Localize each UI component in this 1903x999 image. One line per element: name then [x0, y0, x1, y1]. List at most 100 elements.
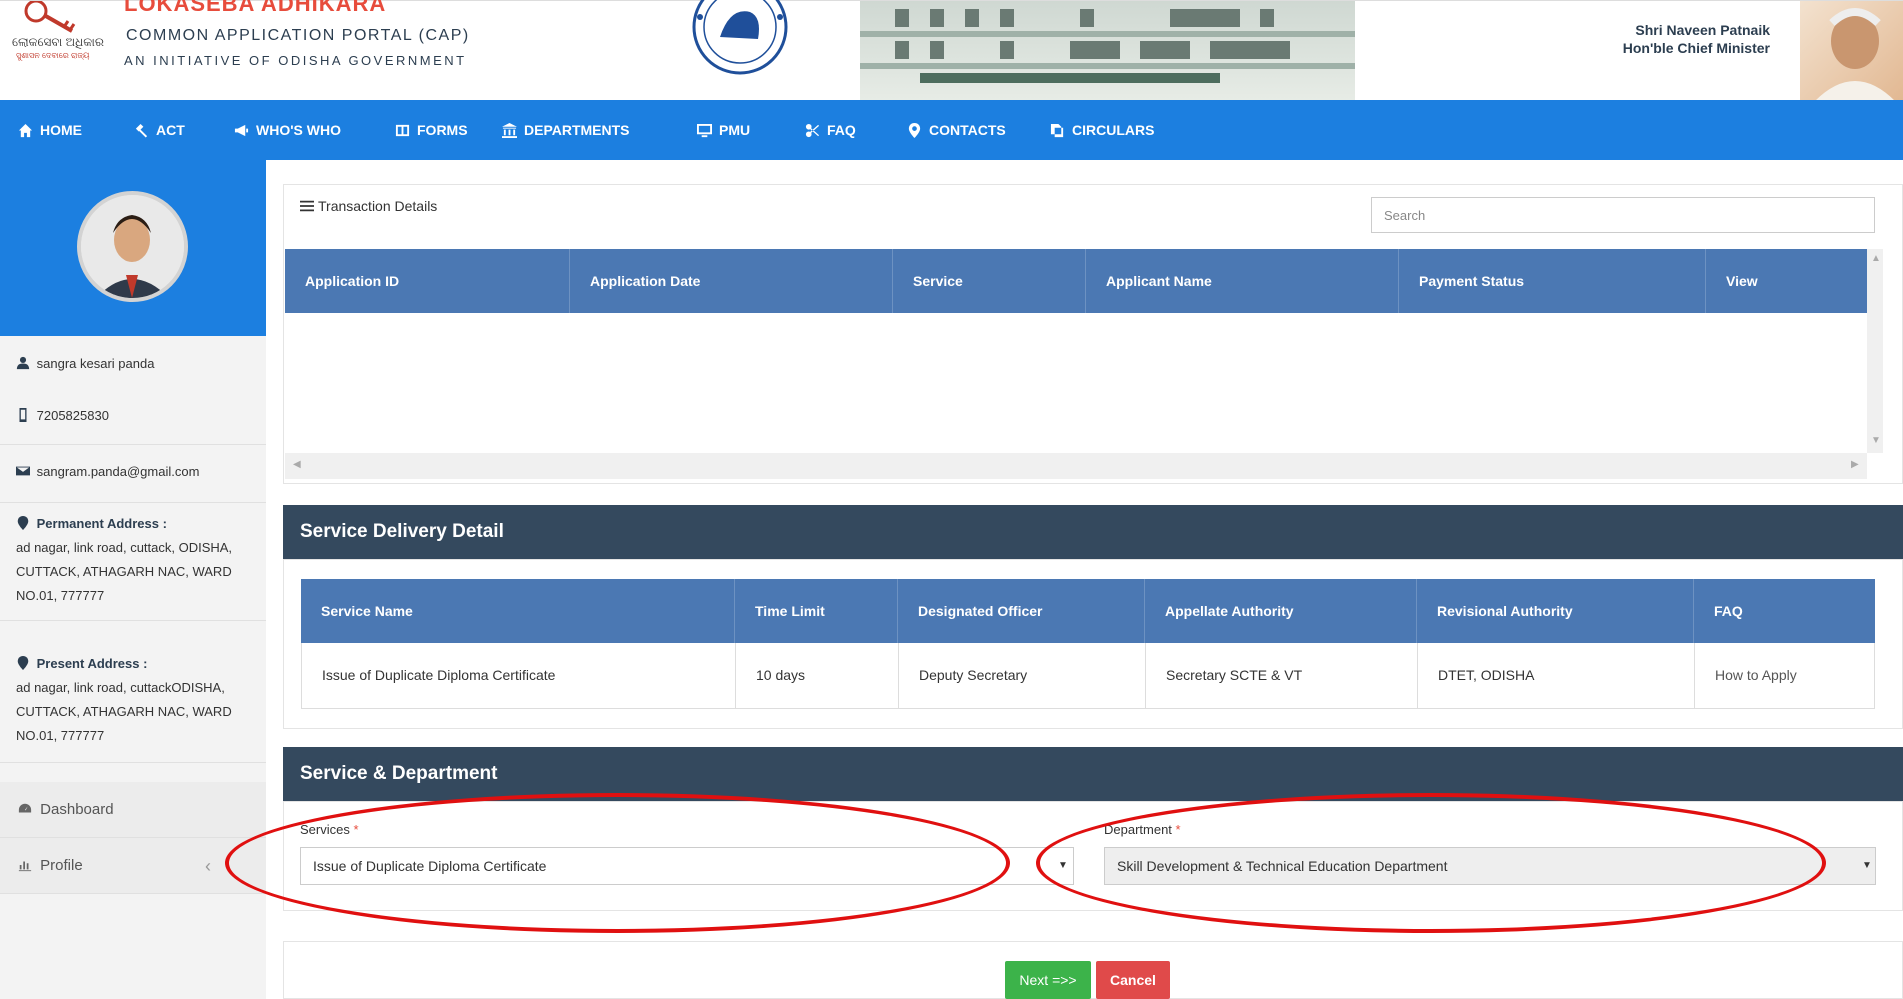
- transaction-title: Transaction Details: [300, 198, 437, 214]
- nav-pmu-label: PMU: [719, 122, 751, 138]
- nav-contacts[interactable]: CONTACTS: [907, 100, 1006, 160]
- nav-circulars[interactable]: CIRCULARS: [1050, 100, 1154, 160]
- home-icon: [18, 123, 33, 137]
- cell-designated-officer: Deputy Secretary: [899, 643, 1146, 708]
- map-marker-icon: [17, 516, 29, 530]
- tachometer-icon: [18, 803, 32, 813]
- logo-odia-text: ଲୋକସେବା ଅଧିକାର: [12, 35, 104, 49]
- brand-title: COMMON APPLICATION PORTAL (CAP): [126, 27, 470, 44]
- col-applicant-name[interactable]: Applicant Name: [1086, 249, 1399, 313]
- nav-forms[interactable]: FORMS: [395, 100, 468, 160]
- present-address-block: Present Address : ad nagar, link road, c…: [0, 652, 266, 763]
- cell-revisional-authority: DTET, ODISHA: [1418, 643, 1695, 708]
- scroll-left-arrow-icon[interactable]: ◀: [293, 459, 301, 470]
- nav-home[interactable]: HOME: [18, 100, 82, 160]
- department-label-text: Department: [1104, 822, 1172, 837]
- profile-email: sangram.panda@gmail.com: [36, 464, 200, 479]
- cell-service-name: Issue of Duplicate Diploma Certificate: [302, 643, 736, 708]
- search-input[interactable]: [1371, 197, 1875, 233]
- col-application-date[interactable]: Application Date: [570, 249, 893, 313]
- present-address-label: Present Address :: [36, 656, 148, 671]
- nav-act-label: ACT: [156, 122, 185, 138]
- services-label-text: Services: [300, 822, 350, 837]
- vertical-scrollbar[interactable]: ▲ ▼: [1867, 249, 1883, 453]
- table-row: Issue of Duplicate Diploma Certificate 1…: [301, 643, 1875, 709]
- sidebar: sangra kesari panda 7205825830 sangram.p…: [0, 336, 266, 999]
- megaphone-icon: [234, 124, 249, 136]
- permanent-address-label: Permanent Address :: [36, 516, 167, 531]
- profile-banner: [0, 160, 266, 336]
- scissors-icon: [805, 123, 820, 137]
- col-payment-status[interactable]: Payment Status: [1399, 249, 1706, 313]
- mobile-icon: [19, 408, 27, 422]
- main-navigation: HOME ACT WHO'S WHO FORMS DEPARTMENTS PMU…: [0, 100, 1903, 160]
- scroll-down-arrow-icon[interactable]: ▼: [1871, 435, 1881, 446]
- chief-minister-title: Hon'ble Chief Minister: [1622, 40, 1770, 56]
- chief-minister-caption: Shri Naveen Patnaik Hon'ble Chief Minist…: [1600, 21, 1770, 57]
- how-to-apply-link[interactable]: How to Apply: [1695, 643, 1874, 708]
- secretariat-building-image: [860, 1, 1355, 101]
- user-photo-icon: [81, 195, 184, 298]
- actions-panel: [283, 941, 1903, 999]
- odisha-seal-icon: [692, 0, 788, 75]
- brand-top-title: LOKASEBA ADHIKARA: [124, 0, 386, 11]
- sidebar-item-dashboard[interactable]: Dashboard: [0, 782, 266, 838]
- department-select[interactable]: Skill Development & Technical Education …: [1104, 847, 1876, 885]
- nav-circulars-label: CIRCULARS: [1072, 122, 1155, 138]
- col-appellate-authority: Appellate Authority: [1145, 579, 1417, 643]
- map-marker-icon: [908, 122, 921, 138]
- sidebar-collapse-toggle[interactable]: ‹: [205, 838, 211, 894]
- nav-faq[interactable]: FAQ: [805, 100, 856, 160]
- col-designated-officer: Designated Officer: [898, 579, 1145, 643]
- cell-appellate-authority: Secretary SCTE & VT: [1146, 643, 1418, 708]
- chief-minister-name: Shri Naveen Patnaik: [1635, 22, 1770, 38]
- cancel-button[interactable]: Cancel: [1096, 961, 1170, 999]
- sidebar-item-profile[interactable]: Profile ‹: [0, 838, 266, 894]
- services-label: Services *: [300, 822, 359, 837]
- envelope-icon: [16, 466, 30, 476]
- nav-whos-who-label: WHO'S WHO: [256, 122, 341, 138]
- nav-faq-label: FAQ: [827, 122, 856, 138]
- map-marker-icon: [17, 656, 29, 670]
- profile-name: sangra kesari panda: [36, 356, 155, 371]
- list-icon: [300, 200, 314, 212]
- nav-departments[interactable]: DEPARTMENTS: [502, 100, 630, 160]
- bar-chart-icon: [18, 861, 32, 872]
- copy-icon: [1050, 123, 1064, 137]
- col-time-limit: Time Limit: [735, 579, 898, 643]
- service-delivery-table-header: Service Name Time Limit Designated Offic…: [301, 579, 1875, 643]
- nav-contacts-label: CONTACTS: [929, 122, 1006, 138]
- sidebar-item-profile-label: Profile: [40, 857, 83, 874]
- nav-departments-label: DEPARTMENTS: [524, 122, 630, 138]
- transaction-table-header: Application ID Application Date Service …: [285, 249, 1867, 313]
- services-required-mark: *: [353, 822, 359, 837]
- col-faq: FAQ: [1714, 603, 1743, 619]
- chevron-down-icon: ▼: [1058, 860, 1068, 871]
- services-select[interactable]: Issue of Duplicate Diploma Certificate ▼: [300, 847, 1074, 885]
- logo-odia-subtext: ସୁଶାସନ ଦେବାରେ ରାଜ୍ୟ: [16, 51, 90, 60]
- service-delivery-heading: Service Delivery Detail: [283, 505, 1903, 559]
- scroll-right-arrow-icon[interactable]: ▶: [1851, 459, 1859, 470]
- scroll-up-arrow-icon[interactable]: ▲: [1871, 253, 1881, 264]
- nav-home-label: HOME: [40, 122, 82, 138]
- col-application-id[interactable]: Application ID: [285, 249, 570, 313]
- chief-minister-photo: [1800, 1, 1903, 101]
- horizontal-scrollbar[interactable]: ◀ ▶: [285, 453, 1867, 479]
- nav-pmu[interactable]: PMU: [697, 100, 750, 160]
- col-service[interactable]: Service: [893, 249, 1086, 313]
- col-view[interactable]: View: [1706, 249, 1867, 313]
- next-button[interactable]: Next =>>: [1005, 961, 1091, 999]
- department-select-value: Skill Development & Technical Education …: [1117, 858, 1448, 874]
- brand-subtitle: AN INITIATIVE OF ODISHA GOVERNMENT: [124, 53, 467, 68]
- transaction-title-text: Transaction Details: [318, 198, 438, 214]
- chief-minister-portrait-icon: [1815, 8, 1895, 101]
- profile-phone-row: 7205825830: [0, 402, 266, 445]
- gavel-icon: [135, 123, 148, 138]
- avatar: [77, 191, 188, 302]
- bank-icon: [502, 122, 517, 138]
- department-label: Department *: [1104, 822, 1181, 837]
- columns-icon: [395, 124, 410, 136]
- nav-whos-who[interactable]: WHO'S WHO: [234, 100, 341, 160]
- services-select-value: Issue of Duplicate Diploma Certificate: [313, 858, 547, 874]
- nav-act[interactable]: ACT: [134, 100, 185, 160]
